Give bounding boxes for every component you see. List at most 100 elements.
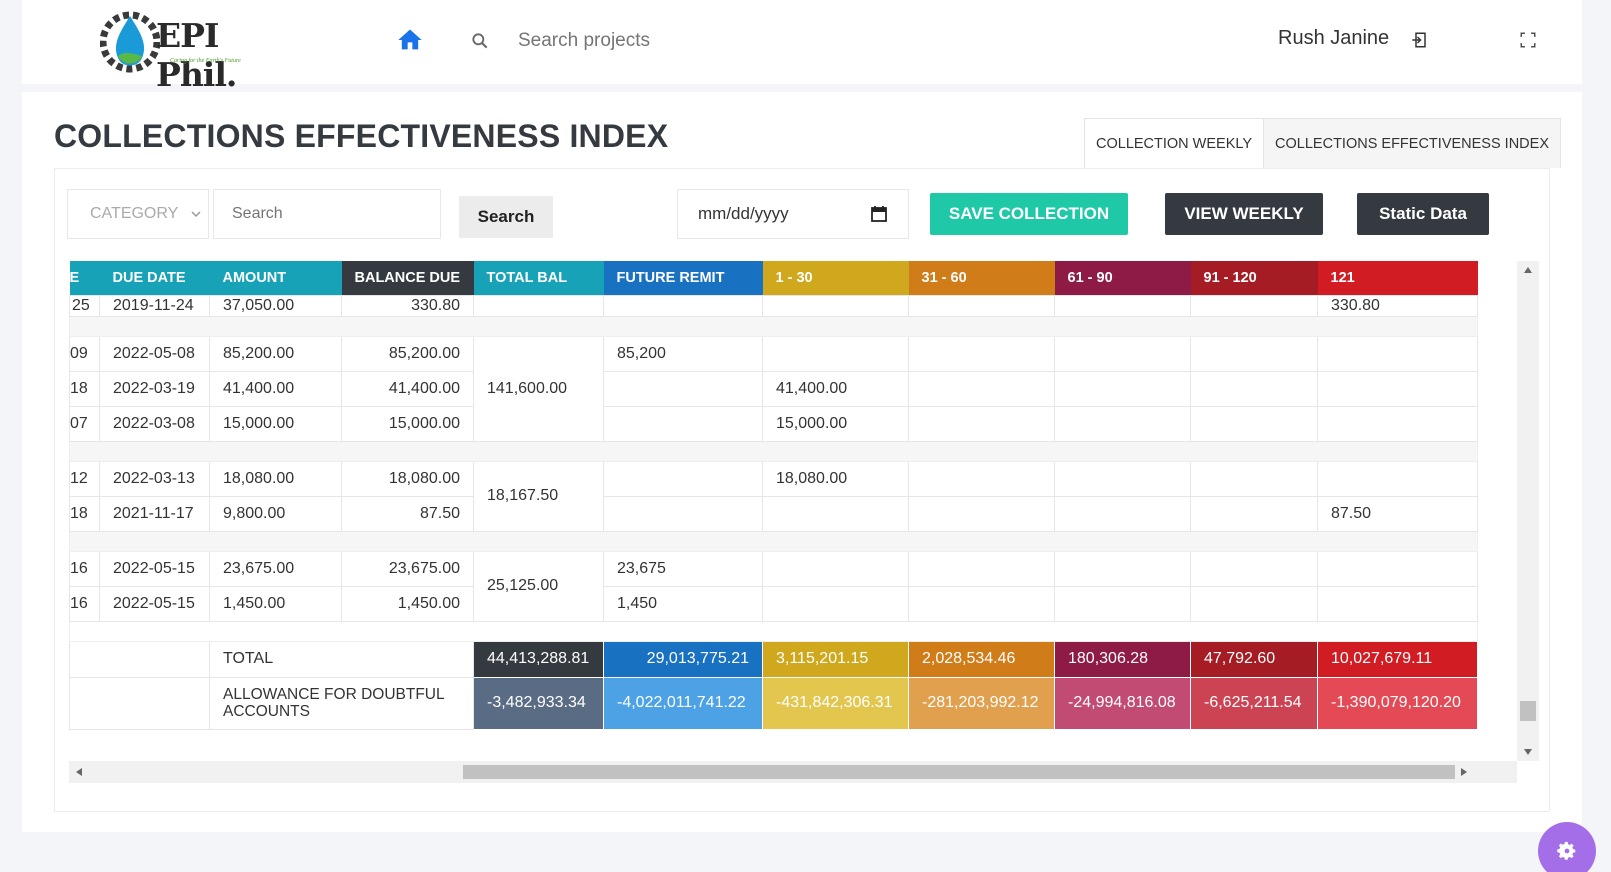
col-header-31-60[interactable]: 31 - 60	[908, 261, 1055, 295]
cell-empty	[1054, 370, 1191, 407]
logo-text: EPI Phil.	[156, 16, 237, 94]
cell-empty	[69, 640, 210, 678]
fullscreen-icon[interactable]	[1519, 31, 1537, 49]
cell-empty	[908, 550, 1055, 587]
col-header-1-30[interactable]: 1 - 30	[762, 261, 909, 295]
cell-empty	[69, 676, 210, 730]
table-row: 18 2021-11-17 9,800.00 87.50 87.50	[69, 495, 1478, 532]
tab-collections-effectiveness-index[interactable]: COLLECTIONS EFFECTIVENESS INDEX	[1264, 119, 1560, 168]
cell-empty	[1190, 495, 1318, 532]
date-input[interactable]: mm/dd/yyyy	[677, 189, 909, 239]
cell-amount: 41,400.00	[209, 370, 342, 407]
table-scroll-area[interactable]: E DUE DATE AMOUNT BALANCE DUE TOTAL BAL …	[69, 261, 1517, 761]
cell-balance: 85,200.00	[341, 335, 474, 372]
table-row: 18 2022-03-19 41,400.00 41,400.00 41,400…	[69, 370, 1478, 407]
col-header-future-remit[interactable]: FUTURE REMIT	[603, 261, 763, 295]
horizontal-scrollbar[interactable]	[69, 761, 1517, 783]
cell-balance: 18,080.00	[341, 460, 474, 497]
horizontal-scroll-thumb[interactable]	[463, 765, 1455, 779]
total-91-120: 47,792.60	[1190, 640, 1318, 678]
logo[interactable]: EPI Phil. Caring for the Earth's Future	[99, 10, 300, 94]
allowance-91-120: -6,625,211.54	[1190, 676, 1318, 730]
cell-empty	[908, 370, 1055, 407]
col-header-121[interactable]: 121	[1317, 261, 1478, 295]
logo-tagline: Caring for the Earth's Future	[170, 58, 241, 64]
cell-empty	[473, 294, 604, 317]
vertical-scrollbar[interactable]	[1517, 261, 1539, 761]
allowance-1-30: -431,842,306.31	[762, 676, 909, 730]
collections-panel: CATEGORY Search mm/dd/yyyy SAVE COLLECTI…	[54, 168, 1550, 812]
search-icon	[472, 33, 488, 49]
view-weekly-button[interactable]: VIEW WEEKLY	[1165, 193, 1323, 235]
group-separator	[69, 620, 1478, 642]
total-31-60: 2,028,534.46	[908, 640, 1055, 678]
cell-due-date: 2019-11-24	[99, 294, 210, 317]
logout-icon[interactable]	[1410, 31, 1428, 49]
scroll-left-arrow-icon[interactable]	[76, 768, 82, 776]
allowance-label: ALLOWANCE FOR DOUBTFUL ACCOUNTS	[209, 676, 474, 730]
cell-empty	[1190, 335, 1318, 372]
cell-due-date: 2022-05-08	[99, 335, 210, 372]
cell-empty	[762, 294, 909, 317]
separator-cell	[69, 530, 1478, 552]
home-icon[interactable]	[396, 26, 424, 54]
cell-empty	[1317, 405, 1478, 442]
cell-empty	[762, 585, 909, 622]
col-header-91-120[interactable]: 91 - 120	[1190, 261, 1318, 295]
cell-balance: 87.50	[341, 495, 474, 532]
cell-due-date: 2022-03-19	[99, 370, 210, 407]
tab-collection-weekly[interactable]: COLLECTION WEEKLY	[1085, 119, 1265, 168]
date-input-placeholder: mm/dd/yyyy	[698, 204, 789, 223]
cell-empty	[1054, 405, 1191, 442]
cell-empty	[1317, 550, 1478, 587]
cell-id: 09	[69, 335, 100, 372]
col-header-61-90[interactable]: 61 - 90	[1054, 261, 1191, 295]
static-data-button[interactable]: Static Data	[1357, 193, 1489, 235]
cell-empty	[908, 335, 1055, 372]
cell-future-remit	[603, 405, 763, 442]
search-input[interactable]	[213, 189, 441, 239]
col-header-due-date[interactable]: DUE DATE	[99, 261, 210, 295]
col-header-total-bal[interactable]: TOTAL BAL	[473, 261, 604, 295]
cell-id: 16	[69, 585, 100, 622]
scroll-right-arrow-icon[interactable]	[1461, 768, 1467, 776]
total-61-90: 180,306.28	[1054, 640, 1191, 678]
calendar-icon[interactable]	[870, 205, 888, 223]
total-row: TOTAL 44,413,288.81 29,013,775.21 3,115,…	[69, 640, 1478, 678]
cell-empty	[1054, 495, 1191, 532]
cell-due-date: 2021-11-17	[99, 495, 210, 532]
settings-button[interactable]	[1538, 822, 1596, 872]
table-header-row: E DUE DATE AMOUNT BALANCE DUE TOTAL BAL …	[69, 261, 1478, 295]
cell-balance: 41,400.00	[341, 370, 474, 407]
cell-121	[1317, 460, 1478, 497]
cell-amount: 9,800.00	[209, 495, 342, 532]
cell-empty	[1054, 550, 1191, 587]
search-projects-input[interactable]	[518, 24, 818, 58]
category-select-label: CATEGORY	[90, 205, 179, 222]
vertical-scroll-thumb[interactable]	[1520, 701, 1536, 721]
total-label: TOTAL	[209, 640, 474, 678]
allowance-121: -1,390,079,120.20	[1317, 676, 1478, 730]
gear-icon	[1557, 841, 1576, 860]
cell-1-30: 41,400.00	[762, 370, 909, 407]
cell-empty	[908, 405, 1055, 442]
col-header-amount[interactable]: AMOUNT	[209, 261, 342, 295]
scroll-down-arrow-icon[interactable]	[1524, 749, 1532, 755]
cell-future-remit: 1,450	[603, 585, 763, 622]
category-select[interactable]: CATEGORY	[67, 189, 209, 239]
user-name[interactable]: Rush Janine	[1278, 27, 1389, 50]
allowance-row: ALLOWANCE FOR DOUBTFUL ACCOUNTS -3,482,9…	[69, 676, 1478, 730]
scroll-up-arrow-icon[interactable]	[1524, 267, 1532, 273]
col-header-balance-due[interactable]: BALANCE DUE	[341, 261, 474, 295]
cell-empty	[1054, 585, 1191, 622]
cell-empty	[762, 550, 909, 587]
cell-id: 16	[69, 550, 100, 587]
search-button[interactable]: Search	[459, 196, 553, 238]
collections-table: E DUE DATE AMOUNT BALANCE DUE TOTAL BAL …	[69, 261, 1478, 730]
top-navbar: EPI Phil. Caring for the Earth's Future …	[22, 0, 1582, 94]
cell-balance: 1,450.00	[341, 585, 474, 622]
save-collection-button[interactable]: SAVE COLLECTION	[930, 193, 1128, 235]
cell-id: 18	[69, 370, 100, 407]
cell-empty	[908, 294, 1055, 317]
total-total-bal: 44,413,288.81	[473, 640, 604, 678]
